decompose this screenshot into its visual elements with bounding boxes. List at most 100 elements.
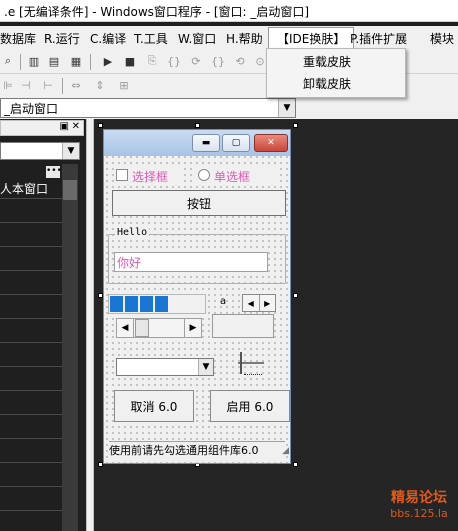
resize-grip-icon[interactable]: ◢ <box>282 446 289 456</box>
list-divider <box>0 294 62 295</box>
radio-circle[interactable] <box>198 169 210 181</box>
more-icon[interactable]: ••• <box>46 166 62 178</box>
layout-grid-icon[interactable]: ▦ <box>68 53 84 69</box>
menu-plugins[interactable]: P.插件扩展 <box>350 30 407 47</box>
radio-button[interactable]: 单选框 <box>196 168 276 184</box>
align-left-icon[interactable]: ⊫ <box>0 77 16 93</box>
window-title: .e [无编译条件] - Windows窗口程序 - [窗口: _启动窗口] <box>4 5 310 19</box>
window-selector[interactable]: _启动窗口 ▼ <box>0 98 296 118</box>
scrollbar-thumb[interactable] <box>135 319 149 337</box>
menu-window[interactable]: W.窗口 <box>178 30 216 47</box>
horizontal-scrollbar[interactable]: ◀ ▶ <box>116 318 202 338</box>
spin-left-icon[interactable]: ◀ <box>243 295 260 311</box>
left-panel-selector[interactable]: ▼ <box>0 142 80 160</box>
property-list <box>0 198 62 531</box>
list-divider <box>0 390 62 391</box>
blank-panel[interactable] <box>212 314 274 338</box>
layout-icon[interactable]: ▥ <box>26 53 42 69</box>
resize-handle[interactable] <box>293 123 298 128</box>
resize-handle[interactable] <box>293 462 298 467</box>
edit-box[interactable]: 你好 <box>114 252 268 272</box>
checkbox-box[interactable] <box>116 169 128 181</box>
menu-bar: 数据库 R.运行 C.编译 T.工具 W.窗口 H.帮助 【IDE换肤】 P.插… <box>0 26 458 50</box>
panel-splitter[interactable] <box>86 119 94 531</box>
enable-button-label: 启用 6.0 <box>226 399 274 414</box>
enable-button[interactable]: 启用 6.0 <box>210 390 290 422</box>
form-title-bar: ▬ ▢ ✕ <box>104 130 290 156</box>
form-combo-box[interactable]: ▼ <box>116 358 214 376</box>
list-divider <box>0 438 62 439</box>
scrollbar-thumb[interactable] <box>63 180 77 200</box>
step-out-icon[interactable]: {} <box>210 53 226 69</box>
checkbox[interactable]: 选择框 <box>114 168 184 184</box>
cancel-button[interactable]: 取消 6.0 <box>114 390 194 422</box>
minimize-icon[interactable]: ▬ <box>192 134 220 152</box>
menu-database[interactable]: 数据库 <box>0 30 36 47</box>
trackbar-ticks <box>244 374 262 377</box>
watermark: 精易论坛 bbs.125.la <box>384 490 454 526</box>
align-right-icon[interactable]: ⊢ <box>40 77 56 93</box>
startup-form[interactable]: ▬ ▢ ✕ 选择框 单选框 按钮 Hello 你好 ◀ ▶ a ◀ ▶ ▼ 取消… <box>103 129 291 464</box>
list-divider <box>0 246 62 247</box>
skin-dropdown-menu: 重载皮肤 卸载皮肤 <box>266 48 406 98</box>
trackbar-thumb[interactable] <box>240 352 242 374</box>
chevron-down-icon[interactable]: ▼ <box>278 99 295 117</box>
scroll-left-icon[interactable]: ◀ <box>117 319 134 337</box>
step-icon[interactable]: ⎘ <box>144 53 160 69</box>
resize-handle[interactable] <box>195 123 200 128</box>
menu-item-reload-skin[interactable]: 重载皮肤 <box>303 53 351 70</box>
menu-help[interactable]: H.帮助 <box>226 30 263 47</box>
main-button-label: 按钮 <box>186 196 211 211</box>
progress-fill <box>110 296 168 312</box>
window-selector-value: _启动窗口 <box>4 102 59 116</box>
maximize-icon[interactable]: ▢ <box>222 134 250 152</box>
list-divider <box>0 198 62 199</box>
progress-chunk <box>140 296 153 312</box>
list-divider <box>0 342 62 343</box>
left-panel-header: ▣ ✕ <box>0 120 84 136</box>
resize-handle[interactable] <box>293 293 298 298</box>
layout-split-icon[interactable]: ▤ <box>46 53 62 69</box>
progress-chunk <box>125 296 138 312</box>
main-button[interactable]: 按钮 <box>112 190 286 216</box>
same-height-icon[interactable]: ⇕ <box>92 77 108 93</box>
spin-right-icon[interactable]: ▶ <box>260 295 276 311</box>
menu-run[interactable]: R.运行 <box>44 30 80 47</box>
chevron-down-icon[interactable]: ▼ <box>62 143 79 159</box>
menu-tools[interactable]: T.工具 <box>134 30 168 47</box>
toolbar-separator <box>20 54 21 70</box>
run-to-cursor-icon[interactable]: ⟲ <box>232 53 248 69</box>
chevron-down-icon[interactable]: ▼ <box>198 359 213 375</box>
same-size-icon[interactable]: ⊞ <box>116 77 132 93</box>
search-icon[interactable]: ⌕ <box>0 53 16 69</box>
pin-icon[interactable]: ▣ <box>60 121 69 132</box>
toolbar-separator <box>90 54 91 70</box>
left-panel-scrollbar[interactable] <box>62 164 78 531</box>
step-into-icon[interactable]: {} <box>166 53 182 69</box>
close-icon[interactable]: ✕ <box>254 134 288 152</box>
list-divider <box>0 462 62 463</box>
list-divider <box>0 510 62 511</box>
menu-compile[interactable]: C.编译 <box>90 30 126 47</box>
checkbox-label: 选择框 <box>132 170 169 184</box>
scroll-right-icon[interactable]: ▶ <box>184 319 201 337</box>
trackbar[interactable] <box>238 350 264 376</box>
list-divider <box>0 414 62 415</box>
run-icon[interactable]: ▶ <box>100 53 116 69</box>
spin-control[interactable]: ◀ ▶ <box>242 294 276 312</box>
stop-icon[interactable]: ■ <box>122 53 138 69</box>
watermark-url: bbs.125.la <box>390 507 448 520</box>
align-center-icon[interactable]: ⊣ <box>18 77 34 93</box>
close-icon[interactable]: ✕ <box>72 121 80 132</box>
step-over-icon[interactable]: ⟳ <box>188 53 204 69</box>
radio-label: 单选框 <box>214 170 251 184</box>
status-bar: 使用前请先勾选通用组件库6.0 ◢ <box>109 441 289 460</box>
list-divider <box>0 318 62 319</box>
same-width-icon[interactable]: ⇔ <box>68 77 84 93</box>
list-divider <box>0 222 62 223</box>
resize-handle[interactable] <box>98 123 103 128</box>
menu-modules[interactable]: 模块 <box>430 30 454 47</box>
progress-chunk <box>110 296 123 312</box>
menu-ide-skin[interactable]: 【IDE换肤】 <box>268 27 355 50</box>
menu-item-unload-skin[interactable]: 卸载皮肤 <box>303 75 351 92</box>
